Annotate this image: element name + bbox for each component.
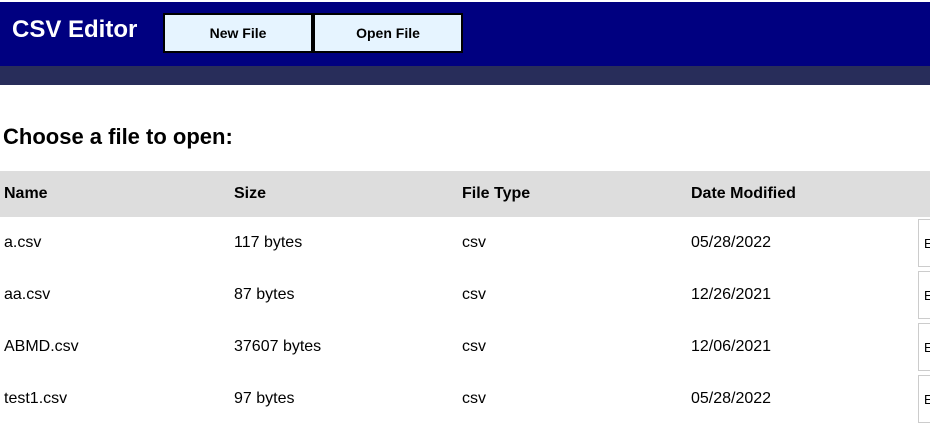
row-action-button[interactable]: E: [918, 323, 930, 371]
date-modified-cell: 12/06/2021: [691, 338, 772, 355]
date-modified-cell: 12/26/2021: [691, 286, 772, 303]
date-modified-cell: 05/28/2022: [691, 234, 772, 251]
column-header-action: [916, 171, 930, 217]
file-name-cell: ABMD.csv: [4, 338, 79, 355]
table-row: aa.csv 87 bytes csv 12/26/2021 E: [0, 269, 930, 321]
table-row: ABMD.csv 37607 bytes csv 12/06/2021 E: [0, 321, 930, 373]
file-size-cell: 37607 bytes: [234, 338, 322, 355]
file-size-cell: 87 bytes: [234, 286, 295, 303]
page-title: Choose a file to open:: [3, 124, 233, 149]
file-type-cell: csv: [462, 286, 486, 303]
row-action-button[interactable]: E: [918, 219, 930, 267]
column-header-size: Size: [234, 185, 267, 202]
file-name-cell: a.csv: [4, 234, 42, 251]
file-type-cell: csv: [462, 390, 486, 407]
file-size-cell: 97 bytes: [234, 390, 295, 407]
column-header-name: Name: [4, 185, 48, 202]
file-size-cell: 117 bytes: [234, 234, 303, 251]
action-cell: E: [916, 217, 930, 269]
column-header-file-type: File Type: [462, 185, 531, 202]
action-cell: E: [916, 321, 930, 373]
column-header-date-modified: Date Modified: [691, 185, 796, 202]
table-row: a.csv 117 bytes csv 05/28/2022 E: [0, 217, 930, 269]
header-sub-bar: [0, 66, 930, 85]
table-row: test1.csv 97 bytes csv 05/28/2022 E: [0, 373, 930, 425]
date-modified-cell: 05/28/2022: [691, 390, 772, 407]
file-type-cell: csv: [462, 338, 486, 355]
file-type-cell: csv: [462, 234, 486, 251]
action-cell: E: [916, 269, 930, 321]
row-action-button[interactable]: E: [918, 375, 930, 423]
action-cell: E: [916, 373, 930, 425]
new-file-button[interactable]: New File: [163, 13, 313, 53]
app-header: CSV Editor New File Open File: [0, 0, 930, 66]
row-action-button[interactable]: E: [918, 271, 930, 319]
file-table: Name Size File Type Date Modified a.csv …: [0, 171, 930, 425]
table-header-row: Name Size File Type Date Modified: [0, 171, 930, 217]
app-title: CSV Editor: [12, 16, 138, 43]
file-name-cell: aa.csv: [4, 286, 51, 303]
open-file-button[interactable]: Open File: [313, 13, 463, 53]
file-name-cell: test1.csv: [4, 390, 68, 407]
